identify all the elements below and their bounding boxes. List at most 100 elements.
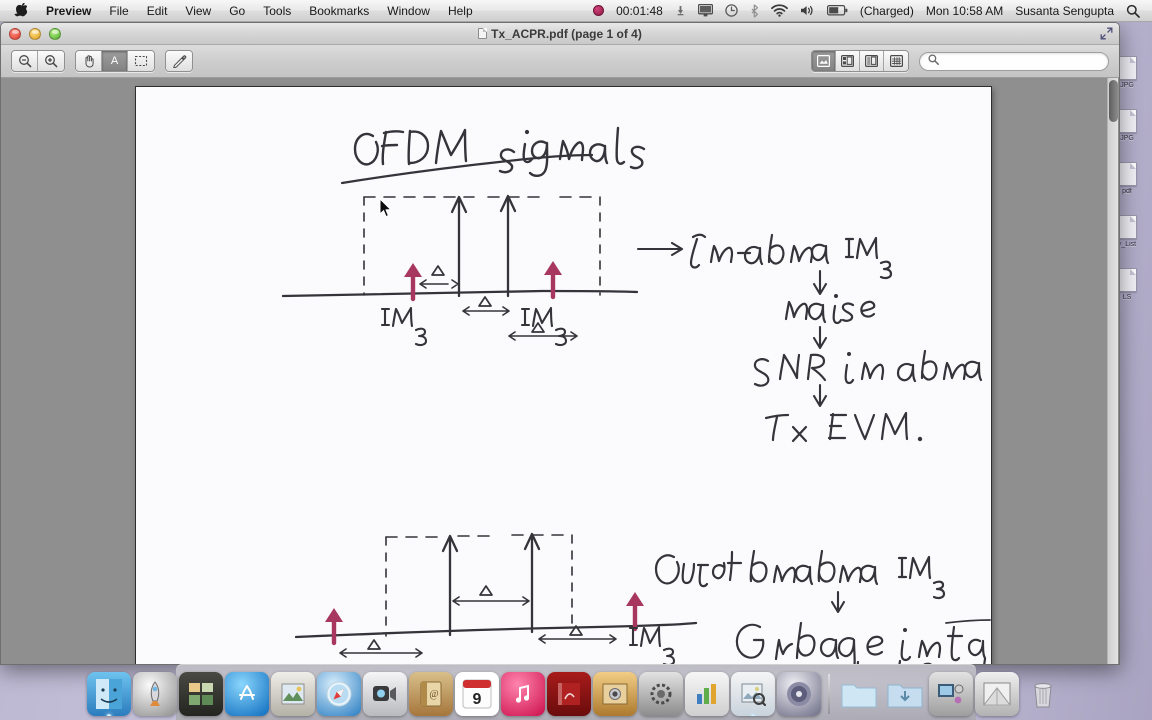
window-title-text: Tx_ACPR.pdf (page 1 of 4) xyxy=(491,26,642,41)
dock-item-trash[interactable] xyxy=(1021,672,1065,716)
zoom-button[interactable] xyxy=(49,27,61,40)
display-icon[interactable] xyxy=(692,0,719,21)
menu-bar-status-area: 00:01:48 (Charged) Mon 10:58 AM Susanta … xyxy=(587,0,1152,21)
menu-item-view[interactable]: View xyxy=(176,0,220,21)
search-input[interactable] xyxy=(944,55,1100,67)
vertical-scrollbar[interactable] xyxy=(1107,78,1118,664)
flow-text-in-band-im3 xyxy=(689,233,893,280)
time-machine-icon[interactable] xyxy=(719,0,744,21)
file-label: y_List xyxy=(1117,241,1137,248)
menu-item-go[interactable]: Go xyxy=(220,0,254,21)
window-title-bar[interactable]: Tx_ACPR.pdf (page 1 of 4) xyxy=(1,23,1119,45)
dock-item-dvd-player[interactable] xyxy=(777,672,821,716)
im3-marker-right-bottom xyxy=(626,592,644,632)
bluetooth-icon[interactable] xyxy=(744,0,765,21)
dock-item-finder[interactable] xyxy=(87,672,131,716)
bottom-flow-chain xyxy=(654,549,991,664)
delta-label-1 xyxy=(431,265,445,276)
user-menu[interactable]: Susanta Sengupta xyxy=(1009,0,1120,21)
dock-item-app-store[interactable] xyxy=(225,672,269,716)
text-tool-button[interactable]: A xyxy=(102,51,128,71)
tool-mode-group: A xyxy=(75,50,155,72)
file-label: JPG xyxy=(1120,135,1134,142)
bottom-spectrum-diagram xyxy=(294,532,698,664)
dock-item-preview[interactable] xyxy=(731,672,775,716)
dock-item-documents-folder[interactable] xyxy=(837,672,881,716)
menu-item-window[interactable]: Window xyxy=(378,0,439,21)
search-icon xyxy=(928,52,939,70)
im3-marker-left-bottom xyxy=(325,608,343,646)
hand-tool-button[interactable] xyxy=(76,51,102,71)
screen-sharing-icon[interactable] xyxy=(669,0,692,21)
dock-item-downloads-folder[interactable] xyxy=(883,672,927,716)
flow-arrow-bottom-1 xyxy=(830,590,846,614)
view-table-of-contents-button[interactable] xyxy=(860,51,884,71)
scrollbar-thumb[interactable] xyxy=(1109,80,1118,122)
channel-band-dashed-bottom xyxy=(385,534,573,538)
running-indicator xyxy=(750,714,756,716)
file-icon xyxy=(1117,215,1137,239)
tone-2-bottom xyxy=(523,532,541,634)
clock[interactable]: Mon 10:58 AM xyxy=(920,0,1009,21)
search-icon[interactable] xyxy=(1120,0,1146,21)
close-button[interactable] xyxy=(9,27,21,40)
flow-arrow-3 xyxy=(812,383,828,408)
record-dot-icon[interactable] xyxy=(587,0,610,21)
file-label: JPG xyxy=(1120,82,1134,89)
document-view[interactable] xyxy=(1,78,1119,664)
dock-item-utilities-folder[interactable] xyxy=(929,672,973,716)
menu-item-help[interactable]: Help xyxy=(439,0,482,21)
dock-item-system-preferences[interactable] xyxy=(639,672,683,716)
recording-timer: 00:01:48 xyxy=(616,3,663,18)
dock-item-numbers[interactable] xyxy=(685,672,729,716)
tone-2 xyxy=(499,194,517,298)
search-field[interactable] xyxy=(919,51,1109,71)
delta-1 xyxy=(419,279,459,289)
dock-item-itunes[interactable] xyxy=(501,672,545,716)
volume-icon[interactable] xyxy=(794,0,821,21)
flow-arrow-1 xyxy=(812,269,828,296)
calendar-day: 9 xyxy=(473,691,482,708)
preview-window: Tx_ACPR.pdf (page 1 of 4) A xyxy=(0,22,1120,665)
file-icon xyxy=(1117,162,1137,186)
zoom-in-button[interactable] xyxy=(38,51,64,71)
dock-item-photo-booth[interactable] xyxy=(593,672,637,716)
dock-item-imovie[interactable] xyxy=(547,672,591,716)
apple-logo-icon[interactable] xyxy=(8,0,37,21)
menu-item-preview[interactable]: Preview xyxy=(37,0,100,21)
menu-item-file[interactable]: File xyxy=(100,0,137,21)
dock-item-safari[interactable] xyxy=(317,672,361,716)
delta-bottom-center xyxy=(452,596,530,606)
dock-item-calendar[interactable]: 9 xyxy=(455,672,499,716)
dock-item-facetime[interactable] xyxy=(363,672,407,716)
dock-item-address-book[interactable]: @ xyxy=(409,672,453,716)
menu-bar-left: Preview File Edit View Go Tools Bookmark… xyxy=(0,0,482,21)
rect-select-tool-button[interactable] xyxy=(128,51,154,71)
fullscreen-icon[interactable] xyxy=(1099,27,1113,41)
window-controls xyxy=(1,27,61,40)
zoom-out-button[interactable] xyxy=(12,51,38,71)
minimize-button[interactable] xyxy=(29,27,41,40)
view-contact-sheet-button[interactable] xyxy=(884,51,908,71)
view-content-only-button[interactable] xyxy=(812,51,836,71)
flow-text-garbage-in-the xyxy=(735,619,991,664)
handwritten-notes xyxy=(281,126,991,664)
flow-text-tx-evm xyxy=(764,411,923,443)
delta-2 xyxy=(462,306,510,316)
toolbar-right xyxy=(811,50,1109,72)
menu-item-bookmarks[interactable]: Bookmarks xyxy=(300,0,378,21)
dock-item-iphoto[interactable] xyxy=(271,672,315,716)
top-flow-chain xyxy=(636,233,983,443)
menu-item-edit[interactable]: Edit xyxy=(138,0,177,21)
view-thumbnails-button[interactable] xyxy=(836,51,860,71)
wifi-icon[interactable] xyxy=(765,0,794,21)
annotate-pen-button[interactable] xyxy=(166,51,192,71)
battery-status-label: (Charged) xyxy=(859,3,914,18)
battery-icon[interactable] xyxy=(821,0,854,21)
dock-item-launchpad[interactable] xyxy=(133,672,177,716)
delta-3 xyxy=(508,331,578,341)
menu-item-tools[interactable]: Tools xyxy=(254,0,300,21)
file-icon xyxy=(1117,109,1137,133)
dock-item-desktop-folder[interactable] xyxy=(975,672,1019,716)
dock-item-mission-control[interactable] xyxy=(179,672,223,716)
